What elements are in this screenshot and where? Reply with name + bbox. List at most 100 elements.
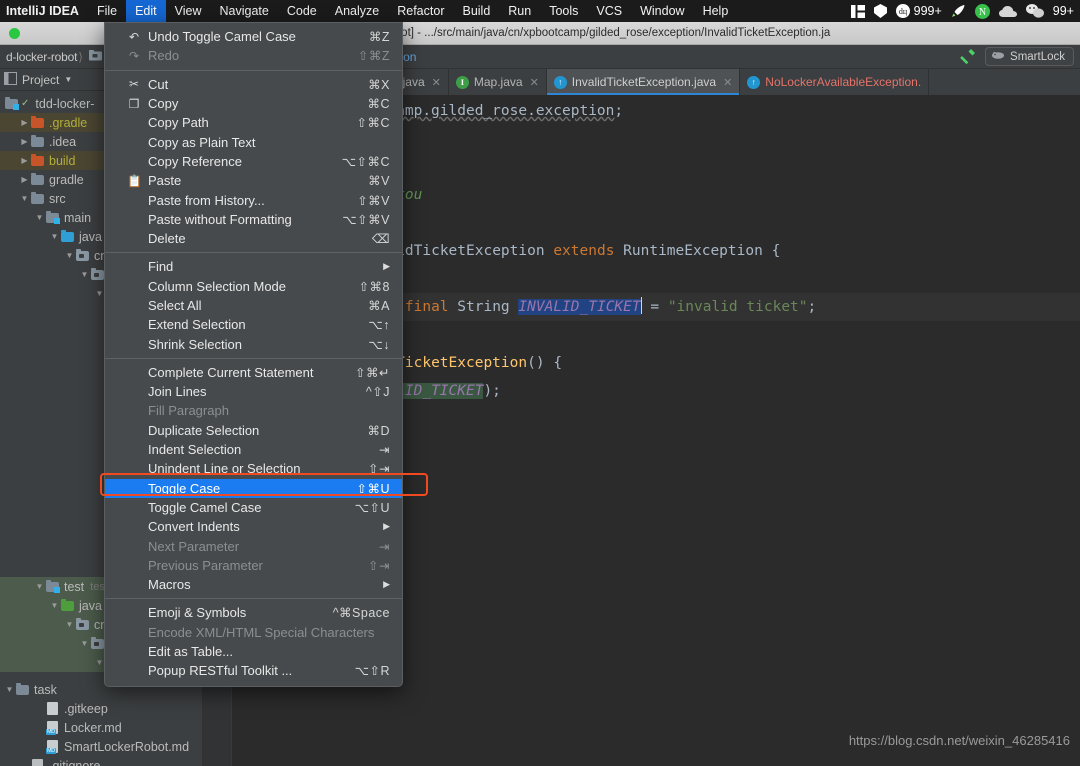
menubar-item-file[interactable]: File bbox=[88, 0, 126, 22]
menu-item-label: Indent Selection bbox=[148, 442, 242, 458]
tree-arrow-expanded[interactable]: ▼ bbox=[79, 270, 90, 279]
menu-item-join-lines[interactable]: Join Lines ^⇧J bbox=[105, 382, 402, 401]
editor-tab-invalidticketexceptionjava[interactable]: ↑ InvalidTicketException.java ✕ bbox=[546, 69, 741, 95]
menu-item-copy[interactable]: ❐ Copy ⌘C bbox=[105, 94, 402, 113]
menu-item-copy-path[interactable]: Copy Path ⇧⌘C bbox=[105, 113, 402, 132]
menu-item-shrink-selection[interactable]: Shrink Selection ⌥↓ bbox=[105, 334, 402, 353]
edit-dropdown-menu[interactable]: ↶ Undo Toggle Camel Case ⌘Z ↷ Redo ⇧⌘Z ✂ Cut ⌘X ❐… bbox=[104, 22, 403, 687]
menubar-item-edit[interactable]: Edit bbox=[126, 0, 166, 22]
menu-item-column-selection-mode[interactable]: Column Selection Mode ⇧⌘8 bbox=[105, 277, 402, 296]
close-icon[interactable]: ✕ bbox=[721, 76, 732, 89]
layout-icon[interactable] bbox=[850, 4, 865, 18]
menu-item-find[interactable]: Find ▶ bbox=[105, 257, 402, 276]
clipboard-icon: 📋 bbox=[127, 173, 142, 188]
menubar-item-build[interactable]: Build bbox=[453, 0, 499, 22]
tree-arrow-expanded[interactable]: ▼ bbox=[79, 639, 90, 648]
shield-icon[interactable] bbox=[873, 4, 887, 18]
menu-item-encode-xml-html-special-characters[interactable]: Encode XML/HTML Special Characters bbox=[105, 623, 402, 642]
tree-arrow-expanded[interactable]: ▼ bbox=[64, 620, 75, 629]
menu-item-complete-current-statement[interactable]: Complete Current Statement ⇧⌘↵ bbox=[105, 363, 402, 382]
menu-item-label: Find bbox=[148, 259, 174, 275]
tree-arrow-expanded[interactable]: ▼ bbox=[64, 251, 75, 260]
menubar-item-help[interactable]: Help bbox=[694, 0, 738, 22]
tree-arrow-expanded[interactable]: ▼ bbox=[49, 601, 60, 610]
project-tree-task-section[interactable]: ▼ task .gitkeep MD Locker.md MD SmartLockerRob… bbox=[0, 677, 203, 766]
cloud-icon[interactable] bbox=[998, 5, 1017, 17]
editor-tab-mapjava[interactable]: I Map.java ✕ bbox=[449, 69, 547, 95]
menu-item-fill-paragraph[interactable]: Fill Paragraph bbox=[105, 401, 402, 420]
hammer-icon[interactable] bbox=[960, 47, 977, 67]
tree-item-smartlockerrobotmd[interactable]: MD SmartLockerRobot.md bbox=[0, 737, 203, 756]
navbar-project-name[interactable]: d-locker-robot bbox=[0, 50, 77, 64]
editor-tab-label: Map.java bbox=[473, 75, 523, 89]
tree-item-label: .idea bbox=[49, 134, 77, 149]
menu-item-copy-reference[interactable]: Copy Reference ⌥⇧⌘C bbox=[105, 152, 402, 171]
tree-arrow-collapsed[interactable]: ▶ bbox=[19, 118, 30, 127]
menubar-app-name[interactable]: IntelliJ IDEA bbox=[2, 0, 88, 22]
menu-item-popup-restful-toolkit[interactable]: Popup RESTful Toolkit ... ⌥⇧R bbox=[105, 661, 402, 680]
gray-folder-icon bbox=[15, 683, 30, 696]
run-configuration-selector[interactable]: SmartLock bbox=[985, 47, 1074, 66]
menubar-item-run[interactable]: Run bbox=[499, 0, 540, 22]
wechat-icon[interactable] bbox=[1025, 4, 1044, 18]
menu-item-cut[interactable]: ✂ Cut ⌘X bbox=[105, 75, 402, 94]
menu-item-undo-toggle-camel-case[interactable]: ↶ Undo Toggle Camel Case ⌘Z bbox=[105, 27, 402, 46]
menu-item-toggle-case[interactable]: Toggle Case ⇧⌘U bbox=[105, 478, 402, 498]
menu-item-extend-selection[interactable]: Extend Selection ⌥↑ bbox=[105, 315, 402, 334]
rocket-icon[interactable] bbox=[951, 4, 966, 18]
menu-item-delete[interactable]: Delete ⌫ bbox=[105, 229, 402, 248]
tree-arrow-expanded[interactable]: ▼ bbox=[4, 685, 15, 694]
menu-item-redo[interactable]: ↷ Redo ⇧⌘Z bbox=[105, 46, 402, 65]
menubar-item-vcs[interactable]: VCS bbox=[587, 0, 631, 22]
menu-item-label: Edit as Table... bbox=[148, 644, 234, 660]
menubar-item-tools[interactable]: Tools bbox=[540, 0, 587, 22]
tree-arrow-expanded[interactable]: ▼ bbox=[49, 232, 60, 241]
menu-item-paste-from-history[interactable]: Paste from History... ⇧⌘V bbox=[105, 190, 402, 209]
tree-arrow-collapsed[interactable]: ▶ bbox=[19, 137, 30, 146]
tree-item-gitkeep[interactable]: .gitkeep bbox=[0, 699, 203, 718]
chevron-down-icon[interactable]: ▼ bbox=[64, 75, 72, 84]
tree-item-lockermd[interactable]: MD Locker.md bbox=[0, 718, 203, 737]
menu-item-unindent-line-or-selection[interactable]: Unindent Line or Selection ⇧⇥ bbox=[105, 459, 402, 478]
close-icon[interactable]: ✕ bbox=[528, 76, 539, 89]
close-icon[interactable]: ✕ bbox=[430, 76, 441, 89]
editor-tab-nolockeravailableexception[interactable]: ↑ NoLockerAvailableException. bbox=[740, 69, 930, 95]
menu-item-shortcut: ⇧⌘C bbox=[356, 116, 390, 131]
file-icon bbox=[45, 701, 60, 716]
menubar-item-navigate[interactable]: Navigate bbox=[211, 0, 278, 22]
menu-item-shortcut: ⌥⇧U bbox=[354, 500, 390, 515]
menubar-item-analyze[interactable]: Analyze bbox=[326, 0, 388, 22]
menu-item-macros[interactable]: Macros ▶ bbox=[105, 575, 402, 594]
menu-item-label: Next Parameter bbox=[148, 538, 240, 554]
tree-item-label: gradle bbox=[49, 172, 84, 187]
menu-item-convert-indents[interactable]: Convert Indents ▶ bbox=[105, 517, 402, 536]
gray-folder-icon bbox=[30, 192, 45, 205]
menu-item-next-parameter[interactable]: Next Parameter ⇥ bbox=[105, 536, 402, 555]
tree-item-label: .gradle bbox=[49, 115, 88, 130]
tree-arrow-expanded[interactable]: ▼ bbox=[19, 194, 30, 203]
menu-item-emoji-symbols[interactable]: Emoji & Symbols ^⌘Space bbox=[105, 603, 402, 622]
menu-item-copy-as-plain-text[interactable]: Copy as Plain Text bbox=[105, 132, 402, 151]
scissors-icon: ✂ bbox=[128, 77, 140, 92]
menu-item-paste[interactable]: 📋 Paste ⌘V bbox=[105, 171, 402, 190]
tree-arrow-collapsed[interactable]: ▶ bbox=[19, 175, 30, 184]
package-folder-icon bbox=[75, 249, 90, 262]
tree-arrow-expanded[interactable]: ▼ bbox=[34, 213, 45, 222]
tree-item-gitignore[interactable]: .gitignore bbox=[0, 756, 203, 766]
menu-item-toggle-camel-case[interactable]: Toggle Camel Case ⌥⇧U bbox=[105, 498, 402, 517]
menu-item-indent-selection[interactable]: Indent Selection ⇥ bbox=[105, 440, 402, 459]
menu-item-label: Join Lines bbox=[148, 384, 207, 400]
menu-item-edit-as-table[interactable]: Edit as Table... bbox=[105, 642, 402, 661]
menubar-item-view[interactable]: View bbox=[166, 0, 211, 22]
tree-arrow-collapsed[interactable]: ▶ bbox=[19, 156, 30, 165]
menu-item-duplicate-selection[interactable]: Duplicate Selection ⌘D bbox=[105, 421, 402, 440]
menubar-item-refactor[interactable]: Refactor bbox=[388, 0, 453, 22]
evernote-icon[interactable]: N bbox=[974, 3, 990, 19]
menubar-item-code[interactable]: Code bbox=[278, 0, 326, 22]
tree-arrow-expanded[interactable]: ▼ bbox=[34, 582, 45, 591]
douban-icon[interactable]: dц bbox=[895, 4, 910, 18]
menu-item-paste-without-formatting[interactable]: Paste without Formatting ⌥⇧⌘V bbox=[105, 210, 402, 229]
menu-item-select-all[interactable]: Select All ⌘A bbox=[105, 296, 402, 315]
menu-item-previous-parameter[interactable]: Previous Parameter ⇧⇥ bbox=[105, 556, 402, 575]
menubar-item-window[interactable]: Window bbox=[631, 0, 693, 22]
